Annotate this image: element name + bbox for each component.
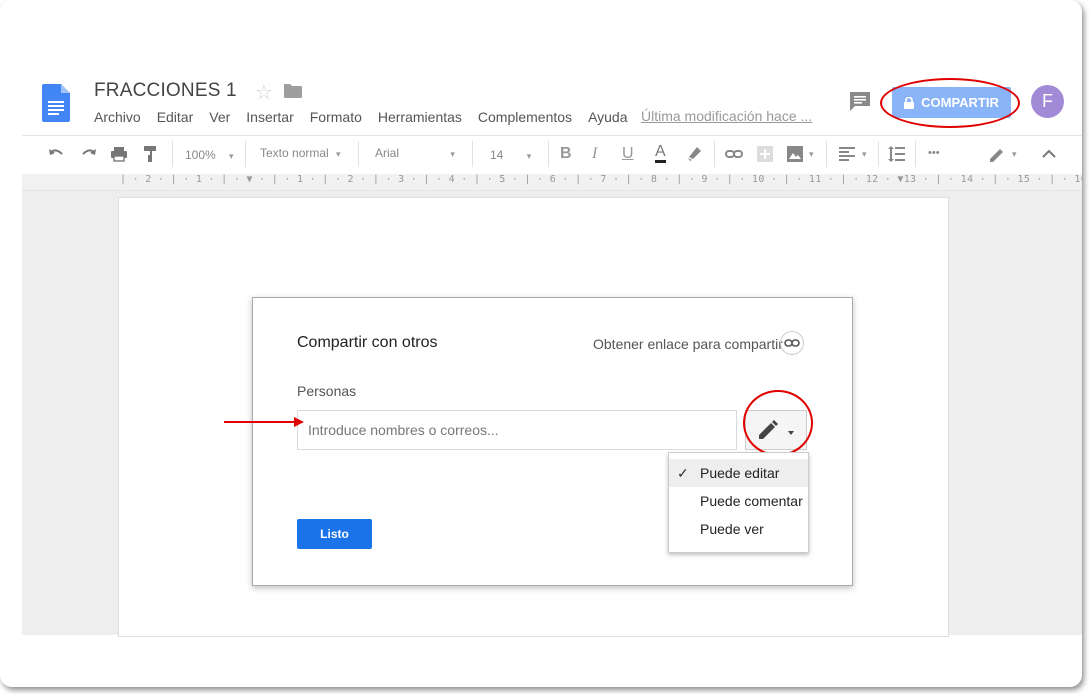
paragraph-style-select[interactable]: Texto normal ▾ — [260, 146, 341, 160]
document-title[interactable]: FRACCIONES 1 — [94, 80, 237, 102]
toolbar-separator — [548, 141, 549, 167]
chevron-down-icon[interactable]: ▾ — [1012, 149, 1017, 160]
chevron-down-icon: ▾ — [450, 149, 455, 159]
toolbar — [22, 136, 1082, 174]
toolbar-separator — [245, 141, 246, 167]
option-puede-editar[interactable]: ✓ Puede editar — [669, 459, 808, 487]
highlight-icon[interactable] — [685, 145, 703, 163]
avatar[interactable]: F — [1031, 85, 1064, 118]
paint-format-icon[interactable] — [142, 145, 160, 163]
option-label: Puede ver — [700, 521, 764, 537]
align-left-icon[interactable] — [838, 145, 856, 163]
menu-bar: Archivo Editar Ver Insertar Formato Herr… — [94, 109, 644, 125]
font-size-select[interactable]: 14 ▾ — [490, 148, 531, 162]
toolbar-separator — [878, 141, 879, 167]
folder-icon[interactable] — [284, 84, 302, 98]
option-label: Puede comentar — [700, 493, 803, 509]
get-share-link[interactable]: Obtener enlace para compartir — [593, 336, 783, 352]
permission-menu: ✓ Puede editar Puede comentar Puede ver — [668, 452, 809, 553]
bold-button[interactable]: B — [560, 145, 572, 163]
docs-logo-icon[interactable] — [42, 84, 70, 122]
paragraph-style-value: Texto normal — [260, 146, 329, 160]
menu-insertar[interactable]: Insertar — [246, 109, 293, 125]
print-icon[interactable] — [110, 145, 128, 163]
font-value: Arial — [375, 146, 400, 160]
undo-icon[interactable] — [47, 145, 65, 163]
toolbar-separator — [358, 141, 359, 167]
star-icon[interactable]: ☆ — [255, 80, 273, 105]
image-icon[interactable] — [786, 145, 804, 163]
menu-herramientas[interactable]: Herramientas — [378, 109, 462, 125]
people-label: Personas — [297, 383, 357, 399]
check-icon: ✓ — [677, 465, 689, 481]
toolbar-separator — [714, 141, 715, 167]
editing-mode-pencil-icon[interactable] — [988, 145, 1006, 163]
option-puede-ver[interactable]: Puede ver — [669, 515, 808, 543]
toolbar-separator — [826, 141, 827, 167]
zoom-value: 100% — [185, 148, 216, 162]
chevron-down-icon[interactable]: ▾ — [862, 149, 867, 160]
people-input[interactable] — [297, 410, 737, 450]
italic-button[interactable]: I — [592, 145, 597, 163]
chevron-down-icon: ▾ — [229, 151, 234, 161]
link-circle-icon[interactable] — [780, 331, 804, 355]
menu-archivo[interactable]: Archivo — [94, 109, 141, 125]
chevron-down-icon: ▾ — [526, 151, 532, 161]
menu-editar[interactable]: Editar — [157, 109, 194, 125]
chevron-down-icon[interactable]: ▾ — [809, 149, 814, 160]
ruler-marks[interactable]: | · 2 · | · 1 · | · ▼ · | · 1 · | · 2 · … — [120, 174, 1082, 185]
annotation-arrow-icon — [224, 417, 304, 427]
redo-icon[interactable] — [80, 145, 98, 163]
more-options-button[interactable]: ••• — [928, 147, 940, 159]
underline-button[interactable]: U — [622, 145, 634, 163]
menu-complementos[interactable]: Complementos — [478, 109, 572, 125]
menu-ayuda[interactable]: Ayuda — [588, 109, 627, 125]
toolbar-separator — [472, 141, 473, 167]
option-puede-comentar[interactable]: Puede comentar — [669, 487, 808, 515]
menu-ver[interactable]: Ver — [209, 109, 230, 125]
option-label: Puede editar — [700, 465, 780, 481]
font-select[interactable]: Arial ▾ — [375, 146, 455, 160]
menu-formato[interactable]: Formato — [310, 109, 362, 125]
done-button[interactable]: Listo — [297, 519, 372, 549]
font-size-value: 14 — [490, 148, 504, 162]
screenshot-frame: FRACCIONES 1 ☆ Archivo Editar Ver Insert… — [0, 0, 1082, 687]
toolbar-separator — [172, 141, 173, 167]
link-icon[interactable] — [725, 145, 743, 163]
collapse-chevron-up-icon[interactable] — [1040, 145, 1058, 163]
annotation-circle-permission — [743, 390, 813, 456]
chevron-down-icon: ▾ — [336, 149, 341, 159]
last-modified-link[interactable]: Última modificación hace ... — [641, 108, 812, 124]
toolbar-separator — [915, 141, 916, 167]
line-spacing-icon[interactable] — [888, 145, 906, 163]
zoom-select[interactable]: 100% ▾ — [185, 148, 234, 162]
add-comment-icon[interactable] — [756, 145, 774, 163]
dialog-title: Compartir con otros — [297, 334, 438, 351]
comment-icon[interactable] — [849, 91, 871, 111]
text-color-button[interactable]: A — [655, 143, 666, 163]
annotation-circle-share — [880, 78, 1020, 128]
